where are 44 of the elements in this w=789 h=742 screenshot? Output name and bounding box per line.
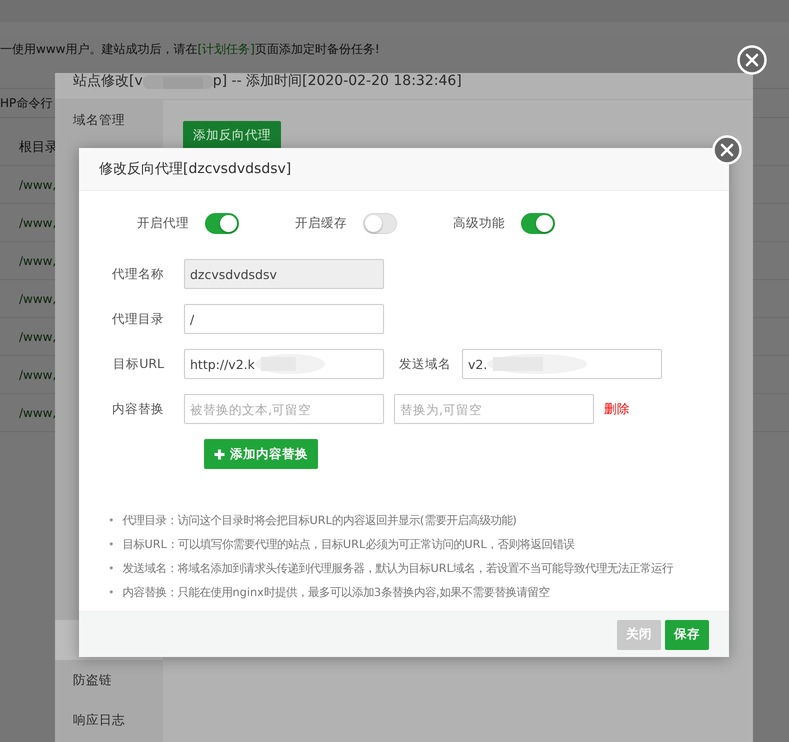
table-cell: /www, — [19, 216, 56, 230]
dialog-title: 站点修改[v — [73, 73, 143, 89]
input-field[interactable]: / — [184, 304, 384, 334]
sidebar-item[interactable]: 域名管理 — [55, 100, 163, 140]
table-cell: /www, — [19, 254, 56, 268]
table-cell: /www, — [19, 330, 56, 344]
toolbar-tab[interactable]: HP命令行 — [0, 94, 52, 112]
input-field[interactable]: 被替换的文本,可留空 — [184, 394, 384, 424]
field-label: 内容替换 — [111, 400, 165, 418]
field-label: 代理目录 — [111, 310, 165, 328]
help-note: 代理目录：访问这个目录时将会把目标URL的内容返回并显示(需要开启高级功能) — [122, 513, 517, 529]
help-note: 内容替换：只能在使用nginx时提供，最多可以添加3条替换内容,如果不需要替换请留空 — [122, 585, 550, 601]
plus-icon — [214, 448, 225, 460]
switch-label: 开启代理 — [137, 214, 190, 232]
add-proxy-button[interactable]: 添加反向代理 — [183, 121, 281, 149]
field-label: 发送域名 — [398, 356, 452, 372]
add-replace-button[interactable]: 添加内容替换 — [204, 439, 318, 469]
dialog-title: p] -- 添加时间[2020-02-20 18:32:46] — [212, 73, 462, 89]
toggle-switch[interactable] — [205, 212, 239, 234]
list-bullet: • — [108, 537, 114, 553]
switch-label: 高级功能 — [453, 214, 506, 232]
input-field[interactable]: 替换为,可留空 — [394, 394, 594, 424]
toggle-switch[interactable] — [521, 212, 555, 234]
table-cell: /www, — [19, 178, 56, 192]
list-bullet: • — [108, 585, 114, 601]
close-icon[interactable] — [737, 45, 767, 75]
help-note: 发送域名：将域名添加到请求头传递到代理服务器，默认为目标URL域名，若设置不当可能导致代理无法正常运行 — [122, 561, 673, 577]
field-label: 目标URL — [112, 356, 165, 372]
sidebar-item[interactable]: 防盗链 — [55, 660, 163, 700]
dialog-button[interactable]: 保存 — [665, 620, 709, 650]
switch-label: 开启缓存 — [295, 214, 348, 232]
list-bullet: • — [108, 513, 114, 529]
help-note: 目标URL：可以填写你需要代理的站点，目标URL必须为可正常访问的URL，否则将返回错误 — [122, 537, 575, 553]
input-field[interactable]: http://v2.k — [184, 349, 384, 379]
dialog-title: 修改反向代理[dzcvsdvdsdsv] — [99, 160, 292, 178]
list-bullet: • — [108, 561, 114, 577]
sidebar-item[interactable]: 响应日志 — [55, 700, 163, 740]
delete-link[interactable]: 删除 — [604, 400, 630, 418]
table-cell: /www, — [19, 292, 56, 306]
table-cell: /www, — [19, 368, 56, 382]
notice-text: 一使用www用户。建站成功后，请在[计划任务]页面添加定时备份任务! — [0, 40, 380, 58]
input-field[interactable]: v2. — [462, 349, 662, 379]
field-label: 代理名称 — [111, 266, 165, 282]
table-cell: /www, — [19, 406, 56, 420]
